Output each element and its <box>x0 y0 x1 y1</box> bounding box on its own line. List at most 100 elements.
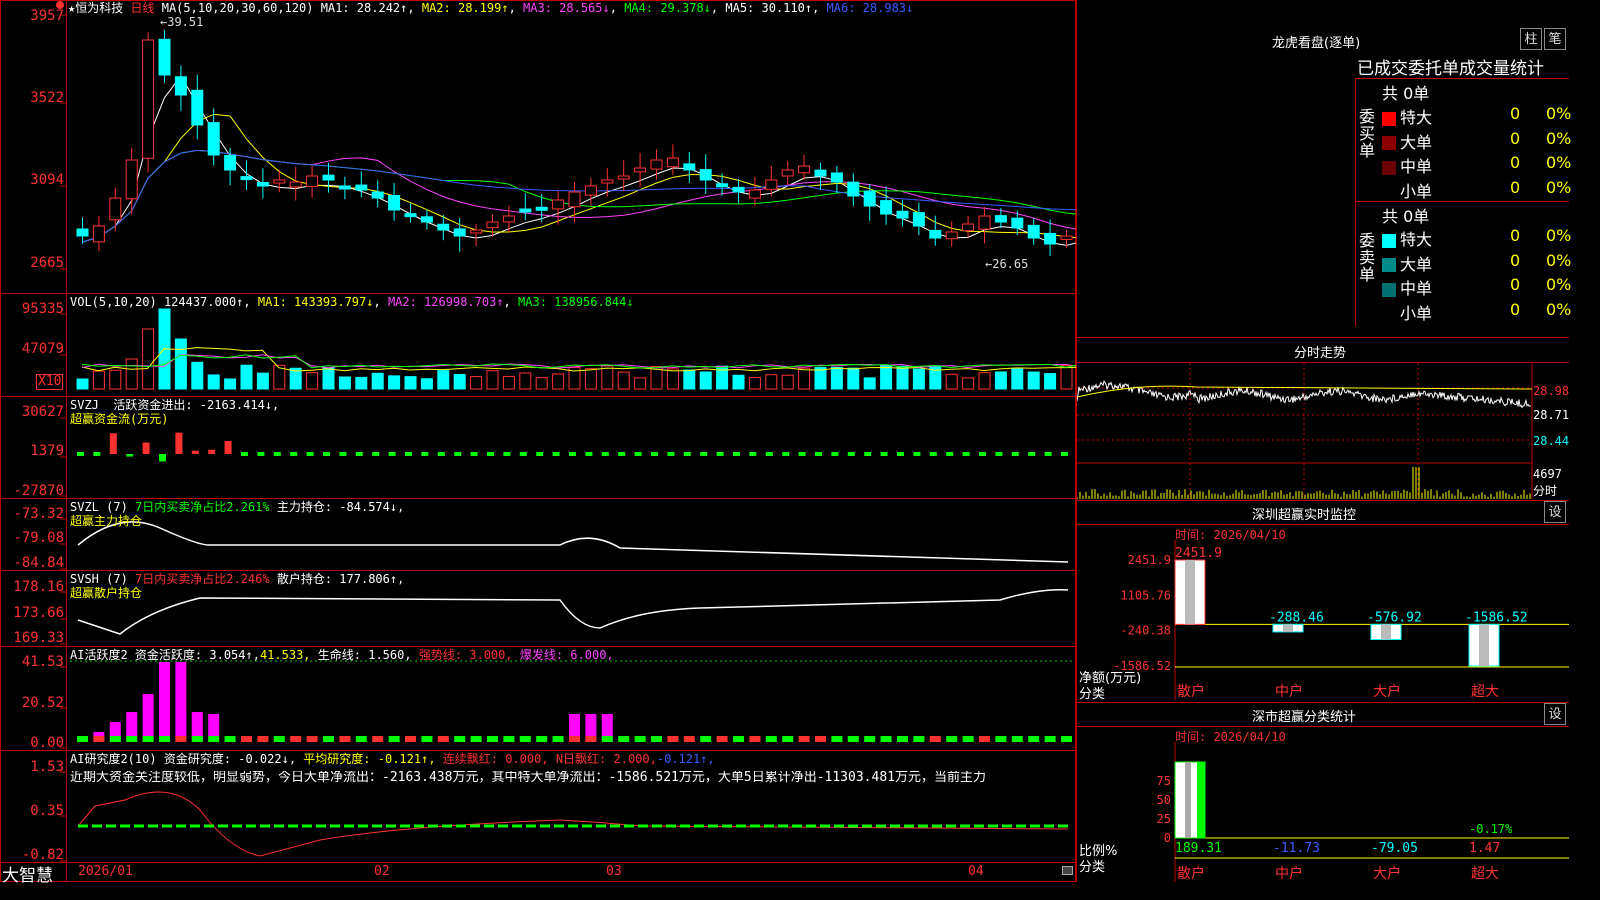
monitor-bar-shade <box>1283 624 1293 632</box>
order-pct: 0% <box>1546 299 1572 319</box>
order-row: 大单 0 0% <box>1382 251 1572 275</box>
candlestick <box>945 231 958 240</box>
candlestick <box>502 215 515 223</box>
candlestick <box>322 174 335 181</box>
activity-base-bar <box>1011 736 1023 742</box>
fund-flow-bar <box>798 452 806 456</box>
volume-bar <box>92 370 105 390</box>
ma6-value: MA6: 28.983↓ <box>826 1 914 15</box>
fund-flow-bar <box>1044 452 1052 456</box>
fund-flow-bar <box>847 452 855 456</box>
lhkp-vdivider <box>1355 78 1356 326</box>
order-type: 大单 <box>1400 254 1433 274</box>
volume-bar <box>240 364 253 390</box>
lhkp-divider <box>1355 78 1569 79</box>
activity-base-bar <box>569 736 580 742</box>
x-axis-label: 03 <box>606 864 622 879</box>
ai1-tick: 0.00 <box>30 735 64 751</box>
activity-base-bar <box>470 736 482 742</box>
fund-flow-bar <box>306 452 314 456</box>
volume-bar <box>962 377 975 390</box>
order-row: 中单 0 0% <box>1382 153 1572 177</box>
activity-base-bar <box>339 736 351 742</box>
candlestick <box>371 191 384 199</box>
volume-bar <box>1027 371 1040 390</box>
lhkp-subtitle: 已成交委托单成交量统计 <box>1357 59 1544 79</box>
activity-bar <box>175 662 187 742</box>
bar-mode-button[interactable]: 柱 <box>1520 28 1542 50</box>
order-row: 小单 0 0% <box>1382 300 1572 324</box>
candlestick <box>584 185 597 196</box>
monitor-settings-button[interactable]: 设 <box>1544 501 1566 523</box>
candlestick <box>912 212 925 227</box>
lock-icon[interactable] <box>1062 866 1073 875</box>
volume-bar <box>798 367 811 390</box>
order-color-swatch <box>1382 185 1396 199</box>
fund-flow-bar <box>241 452 248 456</box>
x-axis-label: 04 <box>968 864 984 879</box>
vol-tick: 95335 <box>21 301 64 317</box>
vol-tick: 47079 <box>21 341 64 357</box>
candlestick <box>732 186 745 193</box>
fund-flow-bar <box>1028 452 1036 456</box>
volume-bar <box>830 366 843 390</box>
order-type: 特大 <box>1400 230 1433 249</box>
fund-flow-bar <box>864 452 872 456</box>
stock-chart-area[interactable] <box>0 0 1076 882</box>
fund-flow-bar <box>503 452 511 456</box>
candlestick <box>814 169 827 177</box>
order-type: 特大 <box>1400 108 1433 127</box>
fund-flow-bar <box>601 452 609 456</box>
period-label[interactable]: 日线 <box>130 1 154 15</box>
help-icon[interactable] <box>56 1 64 9</box>
fund-flow-bar <box>651 452 658 456</box>
activity-base-bar <box>815 736 826 742</box>
fund-flow-bar <box>913 452 921 456</box>
fund-flow-bar <box>831 452 839 456</box>
price-tick: 3094 <box>30 172 64 188</box>
fund-flow-bar <box>765 452 773 456</box>
monitor-value-label: -288.46 <box>1269 610 1324 625</box>
ai2-comment: 近期大资金关注度较低，明显弱势，今日大单净流出：-2163.438万元，其中特大… <box>70 771 986 785</box>
monitor-bar-shade <box>1479 624 1489 666</box>
monitor-title: 深圳超赢实时监控 <box>1252 508 1357 523</box>
monitor-category: 超大 <box>1471 684 1499 700</box>
candlestick <box>962 223 975 232</box>
monitor-value-label: -1586.52 <box>1465 610 1528 625</box>
activity-base-bar <box>77 736 88 742</box>
sell-orders-label: 委卖单 <box>1359 231 1376 284</box>
activity-base-bar <box>716 736 728 742</box>
candlestick <box>158 38 171 76</box>
volume-bar <box>256 372 269 390</box>
candlestick <box>437 223 450 231</box>
tick-mode-button[interactable]: 笔 <box>1544 28 1566 50</box>
activity-base-bar <box>323 736 334 742</box>
activity-base-bar <box>503 736 515 742</box>
svsh-tick: 178.16 <box>13 579 64 595</box>
classify-bar-shade <box>1185 762 1191 838</box>
activity-base-bar <box>733 736 744 742</box>
activity-base-bar <box>93 736 105 742</box>
ai2-tick: -0.82 <box>21 847 64 863</box>
fund-flow-bar <box>995 452 1003 456</box>
candlestick <box>830 172 843 183</box>
intraday-chart[interactable] <box>1077 363 1569 499</box>
ai2-header: AI研究度2(10) 资金研究度: -0.022↓, 平均研究度: -0.121… <box>70 752 715 766</box>
ma4-value: MA4: 29.378↓ <box>624 1 711 15</box>
svsh-subtitle: 超赢散户持仓 <box>70 586 143 600</box>
activity-base-bar <box>355 736 367 742</box>
candlestick <box>798 165 811 174</box>
vol-unit-box: X10 <box>36 374 64 390</box>
classify-settings-button[interactable]: 设 <box>1544 703 1566 725</box>
activity-base-bar <box>142 736 154 742</box>
svsh-header: SVSH (7) 7日内买卖净占比2.246% 散户持仓: 177.806↑, <box>70 572 405 586</box>
stock-name[interactable]: 恒为科技 <box>75 1 123 15</box>
fund-flow-bar <box>979 452 986 456</box>
volume-bar <box>1011 368 1024 390</box>
activity-base-bar <box>421 736 433 742</box>
activity-base-bar <box>191 736 203 742</box>
monitor-category: 大户 <box>1373 683 1401 700</box>
intraday-tick: 28.98 <box>1533 384 1570 398</box>
ai1-tick: 41.53 <box>21 654 64 670</box>
order-color-swatch <box>1382 307 1396 321</box>
